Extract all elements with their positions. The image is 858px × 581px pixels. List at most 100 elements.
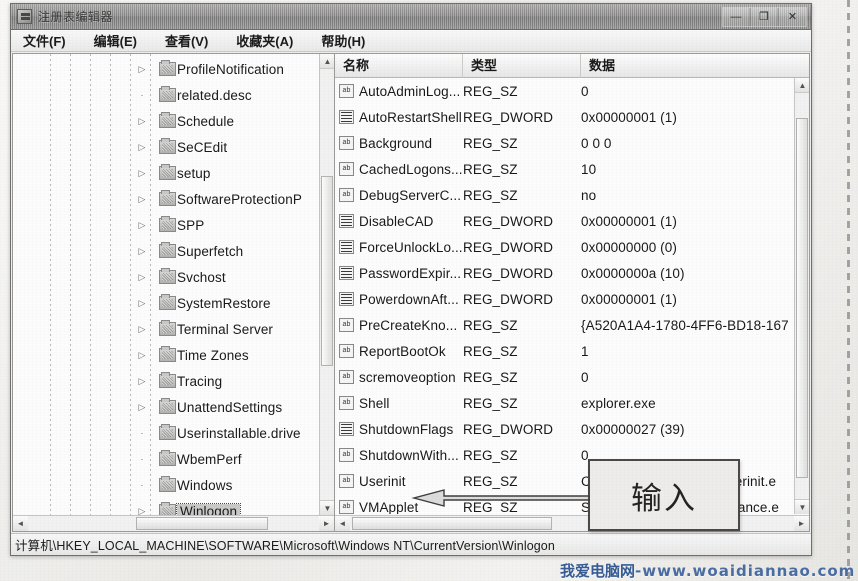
value-name-text: PreCreateKno... — [359, 317, 458, 333]
tree-item-setup[interactable]: ▷ setup — [13, 160, 319, 186]
scroll-right-icon[interactable]: ► — [794, 516, 809, 531]
tree-item-tracing[interactable]: ▷ Tracing — [13, 368, 319, 394]
value-data-cell: 0 0 0 — [581, 135, 612, 151]
table-row[interactable]: AutoRestartShell REG_DWORD 0x00000001 (1) — [335, 104, 794, 130]
close-button[interactable]: ✕ — [779, 8, 806, 26]
chevron-right-icon[interactable]: ▷ — [137, 272, 147, 282]
value-data-cell: 0 — [581, 369, 589, 385]
maximize-button[interactable]: ❐ — [751, 8, 778, 26]
menu-edit[interactable]: 编辑(E) — [90, 30, 149, 51]
scroll-up-icon[interactable]: ▲ — [795, 78, 809, 93]
annotation-arrow-icon — [411, 489, 590, 507]
annotation-label: 输入 — [631, 480, 697, 517]
tree-item-label: setup — [177, 165, 211, 181]
table-row[interactable]: PowerdownAft... REG_DWORD 0x00000001 (1) — [335, 286, 794, 312]
tree-item-wbemperf[interactable]: · WbemPerf — [13, 446, 319, 472]
menu-favorites[interactable]: 收藏夹(A) — [232, 30, 305, 51]
folder-icon — [159, 138, 176, 154]
table-row[interactable]: DisableCAD REG_DWORD 0x00000001 (1) — [335, 208, 794, 234]
registry-tree-pane[interactable]: ▷ ProfileNotification · related.desc ▷ Schedu… — [12, 53, 334, 532]
tree-item-label: SystemRestore — [177, 295, 271, 311]
table-row[interactable]: PasswordExpir... REG_DWORD 0x0000000a (10) — [335, 260, 794, 286]
list-hscroll-thumb[interactable] — [352, 517, 552, 530]
tree-item-time-zones[interactable]: ▷ Time Zones — [13, 342, 319, 368]
dword-value-icon — [339, 266, 354, 280]
value-name-cell: Background — [335, 136, 463, 151]
chevron-right-icon[interactable]: ▷ — [137, 324, 147, 334]
menu-view[interactable]: 查看(V) — [161, 30, 220, 51]
chevron-right-icon[interactable]: ▷ — [137, 506, 147, 516]
table-row[interactable]: ReportBootOk REG_SZ 1 — [335, 338, 794, 364]
table-row[interactable]: Shell REG_SZ explorer.exe — [335, 390, 794, 416]
value-name-text: DebugServerC... — [359, 187, 462, 203]
chevron-right-icon[interactable]: ▷ — [137, 64, 147, 74]
table-row[interactable]: DebugServerC...REG_SZ no — [335, 182, 794, 208]
tree-item-related-desc[interactable]: · related.desc — [13, 82, 319, 108]
tree-item-schedule[interactable]: ▷ Schedule — [13, 108, 319, 134]
column-header-type[interactable]: 类型 — [463, 54, 581, 78]
tree-horizontal-scrollbar[interactable]: ◄ ► — [13, 515, 334, 531]
chevron-right-icon[interactable]: ▷ — [137, 142, 147, 152]
scroll-left-icon[interactable]: ◄ — [335, 516, 350, 531]
chevron-right-icon[interactable]: ▷ — [137, 298, 147, 308]
table-row[interactable]: PreCreateKno... REG_SZ {A520A1A4-1780-4FF6… — [335, 312, 794, 338]
tree-leaf-marker: · — [140, 454, 144, 464]
menu-file[interactable]: 文件(F) — [19, 30, 78, 51]
folder-icon — [159, 372, 176, 388]
chevron-right-icon[interactable]: ▷ — [137, 402, 147, 412]
tree-item-svchost[interactable]: ▷ Svchost — [13, 264, 319, 290]
chevron-right-icon[interactable]: ▷ — [137, 246, 147, 256]
chevron-right-icon[interactable]: ▷ — [137, 376, 147, 386]
value-type-cell: REG_SZ — [463, 187, 518, 203]
value-name-cell: Userinit — [335, 474, 463, 489]
scroll-right-icon[interactable]: ► — [319, 516, 334, 531]
scroll-down-icon[interactable]: ▼ — [320, 500, 334, 515]
chevron-right-icon[interactable]: ▷ — [137, 194, 147, 204]
value-name-text: Shell — [359, 395, 390, 411]
tree-item-label: ProfileNotification — [177, 61, 284, 77]
registry-value-rows: AutoAdminLog...REG_SZ0AutoRestartShellRE… — [335, 78, 794, 514]
column-header-name[interactable]: 名称 — [335, 54, 463, 78]
scroll-up-icon[interactable]: ▲ — [320, 54, 334, 69]
chevron-right-icon[interactable]: ▷ — [137, 350, 147, 360]
tree-scroll-thumb[interactable] — [321, 176, 333, 366]
chevron-right-icon[interactable]: ▷ — [137, 168, 147, 178]
list-scroll-thumb[interactable] — [796, 118, 808, 478]
tree-item-profilenotification[interactable]: ▷ ProfileNotification — [13, 56, 319, 82]
table-row[interactable]: scremoveoption REG_SZ 0 — [335, 364, 794, 390]
tree-vertical-scrollbar[interactable]: ▲ ▼ — [319, 54, 334, 515]
menu-help[interactable]: 帮助(H) — [317, 30, 377, 51]
tree-item-secedit[interactable]: ▷ SeCEdit — [13, 134, 319, 160]
tree-item-terminal-server[interactable]: ▷ Terminal Server — [13, 316, 319, 342]
value-data-cell: 0x00000001 (1) — [581, 213, 677, 229]
string-value-icon — [339, 344, 354, 358]
column-header-data[interactable]: 数据 — [581, 54, 809, 78]
scroll-down-icon[interactable]: ▼ — [795, 499, 809, 514]
tree-item-windows[interactable]: · Windows — [13, 472, 319, 498]
chevron-right-icon[interactable]: ▷ — [137, 116, 147, 126]
folder-icon — [159, 424, 176, 440]
tree-item-superfetch[interactable]: ▷ Superfetch — [13, 238, 319, 264]
table-row[interactable]: AutoAdminLog...REG_SZ 0 — [335, 78, 794, 104]
table-row[interactable]: ForceUnlockLo... REG_DWORD 0x00000000 (0) — [335, 234, 794, 260]
tree-hscroll-thumb[interactable] — [136, 517, 268, 530]
tree-item-spp[interactable]: ▷ SPP — [13, 212, 319, 238]
title-bar[interactable]: 注册表编辑器 — ❐ ✕ — [11, 4, 811, 30]
scroll-left-icon[interactable]: ◄ — [13, 516, 28, 531]
value-type-cell: REG_SZ — [463, 369, 518, 385]
tree-item-unattendsettings[interactable]: ▷ UnattendSettings — [13, 394, 319, 420]
minimize-button[interactable]: — — [723, 8, 750, 26]
registry-icon — [17, 9, 32, 24]
table-row[interactable]: Background REG_SZ 0 0 0 — [335, 130, 794, 156]
tree-item-systemrestore[interactable]: ▷ SystemRestore — [13, 290, 319, 316]
tree-item-userinstallable-drive[interactable]: · Userinstallable.drive — [13, 420, 319, 446]
tree-item-winlogon[interactable]: ▷ Winlogon — [13, 498, 319, 515]
list-vertical-scrollbar[interactable]: ▲ ▼ — [794, 78, 809, 514]
tree-item-softwareprotectionp[interactable]: ▷ SoftwareProtectionP — [13, 186, 319, 212]
string-value-icon — [339, 500, 354, 514]
table-row[interactable]: CachedLogons...REG_SZ 10 — [335, 156, 794, 182]
folder-icon — [159, 476, 176, 492]
table-row[interactable]: ShutdownFlags REG_DWORD 0x00000027 (39) — [335, 416, 794, 442]
chevron-right-icon[interactable]: ▷ — [137, 220, 147, 230]
tree-hscroll-track[interactable] — [28, 516, 319, 531]
